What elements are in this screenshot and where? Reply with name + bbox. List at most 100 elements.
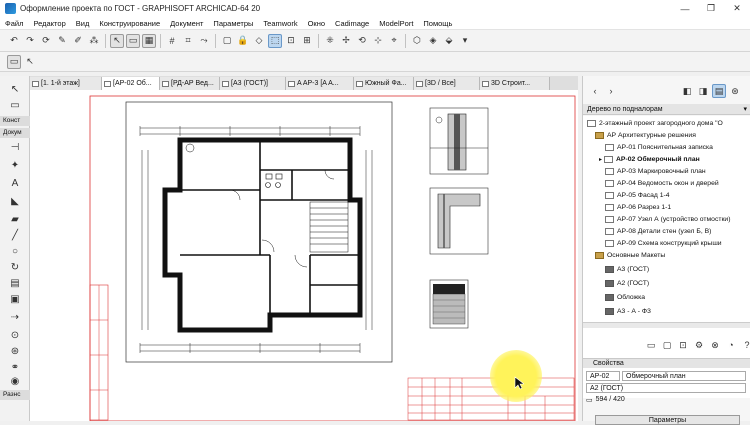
elevate-icon[interactable]: ⊹ <box>371 34 385 48</box>
help-icon[interactable]: ? <box>740 338 750 352</box>
text-tool-icon[interactable]: A <box>8 176 22 190</box>
menu-options[interactable]: Параметры <box>208 19 258 28</box>
more-icon[interactable]: ▾ <box>458 34 472 48</box>
circle-tool-icon[interactable]: ○ <box>8 244 22 258</box>
toolbox-design-label[interactable]: Конст <box>0 116 30 126</box>
tab-ar-02[interactable]: [АР-02 Об... <box>102 77 160 90</box>
lock-icon[interactable]: 🔒 <box>236 34 250 48</box>
tree-item[interactable]: АР-08 Детали стен (узел Б, В) <box>605 226 711 237</box>
layout-book-icon[interactable]: ▤ <box>712 84 726 98</box>
mirror-icon[interactable]: ⟲ <box>355 34 369 48</box>
menu-modelport[interactable]: ModelPort <box>374 19 418 28</box>
menu-edit[interactable]: Редактор <box>28 19 70 28</box>
tree-item[interactable]: АР-06 Разрез 1-1 <box>605 202 671 213</box>
tree-item[interactable]: АР-09 Схема конструкций крыши <box>605 238 722 249</box>
menu-cadimage[interactable]: Cadimage <box>330 19 374 28</box>
master-layout-select[interactable]: А2 (ГОСТ) <box>586 382 746 393</box>
marquee-tool-icon[interactable]: ▭ <box>126 33 140 48</box>
tab-ap-3[interactable]: A AP-3 [A A... <box>286 77 354 90</box>
level-dimension-icon[interactable]: ✦ <box>8 158 22 172</box>
tab-3d-all[interactable]: [3D / Все] <box>414 77 480 90</box>
arrow-select-icon[interactable]: ↖ <box>8 82 22 96</box>
magic-wand-icon[interactable]: ⁂ <box>87 34 101 48</box>
resize-icon[interactable]: ⌖ <box>387 34 401 48</box>
drawing-tool-icon[interactable]: ▣ <box>8 292 22 306</box>
menu-file[interactable]: Файл <box>0 19 28 28</box>
parameters-button[interactable]: Параметры <box>595 415 740 425</box>
minimize-button[interactable]: — <box>672 0 698 17</box>
tree-scrollbar[interactable] <box>583 322 750 328</box>
walk-icon[interactable]: ⬙ <box>442 34 456 48</box>
tree-item[interactable]: АР Архитектурные решения <box>595 130 696 141</box>
view-map-icon[interactable]: ◨ <box>696 84 710 98</box>
figure-tool-icon[interactable]: ▤ <box>8 276 22 290</box>
settings-icon[interactable]: ⚙ <box>692 338 706 352</box>
dimension-tool-icon[interactable]: ⊣ <box>8 140 22 154</box>
tree-item[interactable]: 2-этажный проект загородного дома "О <box>587 118 723 129</box>
rotate-icon[interactable]: ✢ <box>339 34 353 48</box>
arrow-tool-icon[interactable]: ↖ <box>110 33 124 48</box>
dimension-icon[interactable]: ⊡ <box>284 34 298 48</box>
change-tool-icon[interactable]: ⚭ <box>8 360 22 374</box>
section-marker-icon[interactable]: ⇢ <box>8 310 22 324</box>
wall-tool-icon[interactable]: ▭ <box>7 54 21 69</box>
pick-up-icon[interactable]: ✎ <box>55 34 69 48</box>
tree-item[interactable]: Обложка <box>605 292 645 303</box>
globe-icon[interactable]: ◉ <box>8 374 22 388</box>
tab-a3-gost[interactable]: [А3 (ГОСТ)] <box>220 77 286 90</box>
arc-tool-icon[interactable]: ↻ <box>8 260 22 274</box>
detail-tool-icon[interactable]: ⊙ <box>8 328 22 342</box>
fill-icon[interactable]: ◇ <box>252 34 266 48</box>
publisher-icon[interactable]: ⊛ <box>728 84 742 98</box>
menu-document[interactable]: Документ <box>165 19 208 28</box>
tree-item[interactable]: АР-07 Узел А (устройство отмостки) <box>605 214 731 225</box>
clone-icon[interactable]: ⊡ <box>676 338 690 352</box>
fill-tool-icon[interactable]: ▰ <box>8 212 22 226</box>
menu-help[interactable]: Помощь <box>418 19 457 28</box>
project-map-icon[interactable]: ◧ <box>680 84 694 98</box>
select-arrow-icon[interactable]: ↖ <box>23 55 37 69</box>
snap-guides-icon[interactable]: ⌗ <box>181 34 195 48</box>
refresh-icon[interactable]: ⟳ <box>39 34 53 48</box>
layout-canvas[interactable] <box>30 90 578 421</box>
tree-item[interactable]: АР-03 Маркировочный план <box>605 166 706 177</box>
inject-icon[interactable]: ✐ <box>71 34 85 48</box>
delete-icon[interactable]: ⊗ <box>708 338 722 352</box>
tree-item-selected[interactable]: ▸ АР-02 Обмерочный план <box>599 154 700 165</box>
toolbox-more-label[interactable]: Разнс <box>0 390 30 400</box>
close-button[interactable]: ✕ <box>724 0 750 17</box>
tree-item[interactable]: А2 (ГОСТ) <box>605 278 649 289</box>
suspend-groups-icon[interactable]: ▢ <box>220 34 234 48</box>
drag-icon[interactable]: ⁜ <box>323 34 337 48</box>
label-tool-icon[interactable]: ◣ <box>8 194 22 208</box>
tab-floor-1[interactable]: [1. 1-й этаж] <box>30 77 102 90</box>
layout-name-field[interactable]: Обмерочный план <box>622 370 746 381</box>
tree-item[interactable]: А3 (ГОСТ) <box>605 264 649 275</box>
toolbox-document-label[interactable]: Докум <box>0 128 30 138</box>
tree-item[interactable]: АР-05 Фасад 1-4 <box>605 190 670 201</box>
line-tool-icon[interactable]: ╱ <box>8 228 22 242</box>
tab-3d-build[interactable]: 3D Строит... <box>480 77 550 90</box>
menu-window[interactable]: Окно <box>303 19 330 28</box>
refresh-icon[interactable]: ◔ <box>724 338 738 352</box>
menu-teamwork[interactable]: Teamwork <box>258 19 302 28</box>
maximize-button[interactable]: ❐ <box>698 0 724 17</box>
layer-tool-icon[interactable]: ▦ <box>142 33 156 48</box>
guideline-icon[interactable]: ⤳ <box>197 34 211 48</box>
tab-rd-ar[interactable]: [РД-АР Вед... <box>160 77 220 90</box>
tree-item[interactable]: АР-04 Ведомость окон и дверей <box>605 178 719 189</box>
redo-icon[interactable]: ↷ <box>23 34 37 48</box>
properties-header[interactable]: Свойства <box>583 358 750 368</box>
offset-icon[interactable]: ⊞ <box>300 34 314 48</box>
undo-icon[interactable]: ↶ <box>7 34 21 48</box>
layout-id-field[interactable]: АР-02 <box>586 370 620 381</box>
new-layout-icon[interactable]: ▭ <box>644 338 658 352</box>
tree-item[interactable]: Основные Макеты <box>595 250 665 261</box>
forward-icon[interactable]: › <box>604 84 618 98</box>
grid-snap-icon[interactable]: # <box>165 34 179 48</box>
tree-item[interactable]: А3 - А - Ф3 <box>605 306 651 317</box>
tab-south-facade[interactable]: Южный Фа... <box>354 77 414 90</box>
menu-view[interactable]: Вид <box>71 19 95 28</box>
worksheet-tool-icon[interactable]: ⊛ <box>8 344 22 358</box>
marquee-select-icon[interactable]: ▭ <box>8 98 22 112</box>
